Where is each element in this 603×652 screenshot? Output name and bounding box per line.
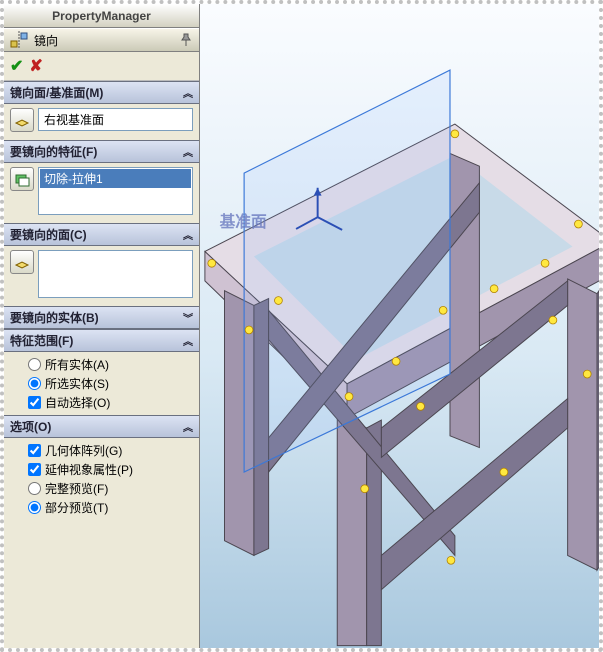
chevron-up-icon: ︽ <box>183 227 193 242</box>
section-bodies-header[interactable]: 要镜向的实体(B) ︾ <box>4 306 199 329</box>
preview-radio-full[interactable]: 完整预览(F) <box>28 480 193 497</box>
scope-radio-all[interactable]: 所有实体(A) <box>28 356 193 373</box>
confirm-row: ✔ ✘ <box>4 52 199 81</box>
face-slot-icon[interactable] <box>10 250 34 274</box>
chevron-up-icon: ︽ <box>183 419 193 434</box>
option-propagate-visual[interactable]: 延伸视象属性(P) <box>28 461 193 478</box>
feature-item[interactable]: 切除-拉伸1 <box>40 169 191 188</box>
reference-plane-label: 基准面 <box>220 212 267 231</box>
section-mirror-plane-body: 右视基准面 <box>4 104 199 140</box>
plane-slot-icon[interactable] <box>10 108 34 132</box>
section-options-header[interactable]: 选项(O) ︽ <box>4 415 199 438</box>
section-faces-header[interactable]: 要镜向的面(C) ︽ <box>4 223 199 246</box>
features-listbox[interactable]: 切除-拉伸1 <box>38 167 193 215</box>
feature-header: 镜向 <box>4 28 199 52</box>
feature-slot-icon[interactable] <box>10 167 34 191</box>
model-render: 基准面 <box>200 4 599 648</box>
scope-autoselect-checkbox[interactable]: 自动选择(O) <box>28 394 193 411</box>
feature-name: 镜向 <box>34 32 58 49</box>
cancel-button[interactable]: ✘ <box>29 56 42 76</box>
section-scope-header[interactable]: 特征范围(F) ︽ <box>4 329 199 352</box>
section-faces-body <box>4 246 199 306</box>
option-geom-pattern[interactable]: 几何体阵列(G) <box>28 442 193 459</box>
mirror-plane-listbox[interactable]: 右视基准面 <box>38 108 193 131</box>
ok-button[interactable]: ✔ <box>10 56 23 76</box>
section-mirror-plane-header[interactable]: 镜向面/基准面(M) ︽ <box>4 81 199 104</box>
chevron-up-icon: ︽ <box>183 85 193 100</box>
preview-radio-partial[interactable]: 部分预览(T) <box>28 499 193 516</box>
pushpin-icon[interactable] <box>179 33 193 47</box>
faces-listbox[interactable] <box>38 250 193 298</box>
chevron-up-icon: ︽ <box>183 144 193 159</box>
mirror-plane-value[interactable]: 右视基准面 <box>40 110 191 129</box>
chevron-down-icon: ︾ <box>183 310 193 325</box>
panel-title: PropertyManager <box>4 4 199 28</box>
graphics-viewport[interactable]: 基准面 <box>200 4 599 648</box>
property-manager-panel: PropertyManager 镜向 ✔ ✘ 镜向面/基准面(M) ︽ <box>4 4 200 648</box>
mirror-feature-icon <box>10 31 28 49</box>
section-scope-body: 所有实体(A) 所选实体(S) 自动选择(O) <box>4 352 199 415</box>
section-features-body: 切除-拉伸1 <box>4 163 199 223</box>
section-features-header[interactable]: 要镜向的特征(F) ︽ <box>4 140 199 163</box>
chevron-up-icon: ︽ <box>183 333 193 348</box>
section-options-body: 几何体阵列(G) 延伸视象属性(P) 完整预览(F) 部分预览(T) <box>4 438 199 520</box>
scope-radio-selected[interactable]: 所选实体(S) <box>28 375 193 392</box>
